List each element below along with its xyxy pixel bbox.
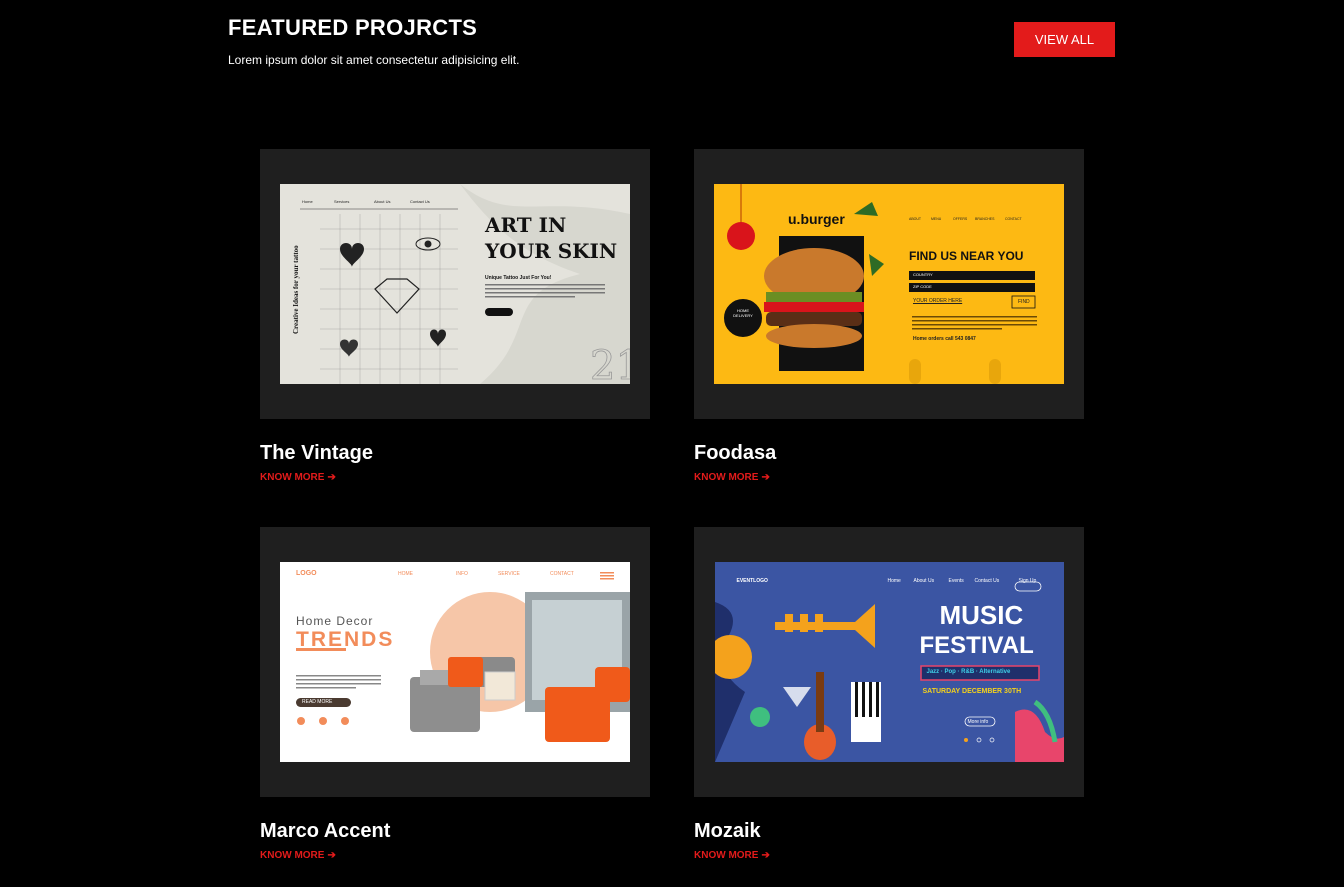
preview-nav-item: SERVICE xyxy=(498,571,520,577)
project-title: Marco Accent xyxy=(260,820,391,842)
project-thumbnail[interactable]: EVENTLOGO Home About Us Events Contact U… xyxy=(694,527,1084,797)
preview-find-button: FIND xyxy=(1018,299,1030,305)
preview-nav-item: MENU xyxy=(931,217,942,221)
preview-headline: FIND US NEAR YOU xyxy=(909,249,1024,263)
svg-text:21: 21 xyxy=(590,343,630,384)
preview-logo: LOGO xyxy=(296,570,317,577)
project-thumbnail[interactable]: u.burger ABOUT MENU OFFERS BRANCHES CONT… xyxy=(694,149,1084,419)
preview-decor: LOGO HOME INFO SERVICE CONTACT Home Deco… xyxy=(280,562,630,762)
burger-preview-art xyxy=(714,184,1064,384)
preview-headline-small: Home Decor xyxy=(296,614,374,628)
know-more-label: KNOW MORE xyxy=(260,850,325,861)
preview-headline-big: TRENDS xyxy=(296,628,395,651)
preview-nav-item: HOME xyxy=(398,571,413,577)
know-more-label: KNOW MORE xyxy=(694,850,759,861)
preview-nav-item: About Us xyxy=(374,199,391,204)
arrow-right-icon: ➔ xyxy=(327,472,336,483)
arrow-right-icon: ➔ xyxy=(327,850,336,861)
know-more-link[interactable]: KNOW MORE ➔ xyxy=(260,472,336,483)
decor-preview-art xyxy=(280,562,630,762)
preview-nav-item: CONTACT xyxy=(550,571,574,577)
preview-nav-item: About Us xyxy=(913,578,935,584)
preview-headline-1: MUSIC xyxy=(939,600,1024,630)
section-subtitle: Lorem ipsum dolor sit amet consectetur a… xyxy=(228,53,520,67)
project-title: Mozaik xyxy=(694,820,761,842)
preview-nav-item: Events xyxy=(948,578,964,584)
preview-nav-item: Home xyxy=(302,199,313,204)
preview-brand: u.burger xyxy=(788,211,845,227)
know-more-link[interactable]: KNOW MORE ➔ xyxy=(694,472,770,483)
preview-date: SATURDAY DECEMBER 30TH xyxy=(922,688,1022,695)
know-more-label: KNOW MORE xyxy=(694,472,759,483)
know-more-link[interactable]: KNOW MORE ➔ xyxy=(260,850,336,861)
svg-text:ART IN: ART IN xyxy=(484,213,566,237)
project-title: The Vintage xyxy=(260,442,373,464)
preview-nav-item: Contact Us xyxy=(974,578,1000,584)
preview-nav-item: OFFERS xyxy=(953,217,968,221)
arrow-right-icon: ➔ xyxy=(761,472,770,483)
preview-read-more: READ MORE xyxy=(302,699,333,705)
preview-field: COUNTRY xyxy=(913,272,933,277)
svg-text:YOUR SKIN: YOUR SKIN xyxy=(484,239,617,263)
preview-nav-item: INFO xyxy=(456,571,468,577)
preview-nav-item: Services xyxy=(334,199,350,204)
preview-burger: u.burger ABOUT MENU OFFERS BRANCHES CONT… xyxy=(714,184,1064,384)
preview-nav-item: Home xyxy=(887,578,901,584)
project-thumbnail[interactable]: LOGO HOME INFO SERVICE CONTACT Home Deco… xyxy=(260,527,650,797)
project-card: Creative Ideas for your tattoo ART IN YO… xyxy=(260,149,650,485)
project-thumbnail[interactable]: Creative Ideas for your tattoo ART IN YO… xyxy=(260,149,650,419)
project-title: Foodasa xyxy=(694,442,777,464)
project-card: u.burger ABOUT MENU OFFERS BRANCHES CONT… xyxy=(694,149,1084,485)
svg-text:Unique Tattoo Just For You!: Unique Tattoo Just For You! xyxy=(485,275,552,281)
preview-phone: Home orders call 543 0847 xyxy=(913,336,976,342)
project-card: LOGO HOME INFO SERVICE CONTACT Home Deco… xyxy=(260,527,650,863)
preview-signup: Sign Up xyxy=(1018,578,1037,584)
preview-headline-2: FESTIVAL xyxy=(919,632,1034,659)
preview-nav-item: BRANCHES xyxy=(975,217,995,221)
project-card: EVENTLOGO Home About Us Events Contact U… xyxy=(694,527,1084,863)
section-title: FEATURED PROJRCTS xyxy=(228,15,478,40)
arrow-right-icon: ➔ xyxy=(761,850,770,861)
svg-text:Creative Ideas for your tattoo: Creative Ideas for your tattoo xyxy=(292,245,300,334)
know-more-link[interactable]: KNOW MORE ➔ xyxy=(694,850,770,861)
preview-nav-item: Contact Us xyxy=(410,199,430,204)
preview-logo: EVENTLOGO xyxy=(736,578,768,584)
preview-genres: Jazz · Pop · R&B · Alternative xyxy=(926,669,1011,675)
view-all-button[interactable]: VIEW ALL xyxy=(1014,22,1115,57)
preview-field: ZIP CODE xyxy=(913,284,932,289)
preview-vintage: Creative Ideas for your tattoo ART IN YO… xyxy=(280,184,630,384)
preview-nav-item: ABOUT xyxy=(909,217,922,221)
music-preview-art xyxy=(714,562,1064,762)
know-more-label: KNOW MORE xyxy=(260,472,325,483)
preview-nav-item: CONTACT xyxy=(1005,217,1022,221)
preview-badge: HOME DELIVERY xyxy=(733,308,753,318)
tattoo-preview-art: Creative Ideas for your tattoo ART IN YO… xyxy=(280,184,630,384)
preview-music: EVENTLOGO Home About Us Events Contact U… xyxy=(714,562,1064,762)
preview-order-link: YOUR ORDER HERE xyxy=(913,298,963,304)
section-header: FEATURED PROJRCTS Lorem ipsum dolor sit … xyxy=(228,14,1115,67)
preview-more-info: More info xyxy=(967,719,989,725)
